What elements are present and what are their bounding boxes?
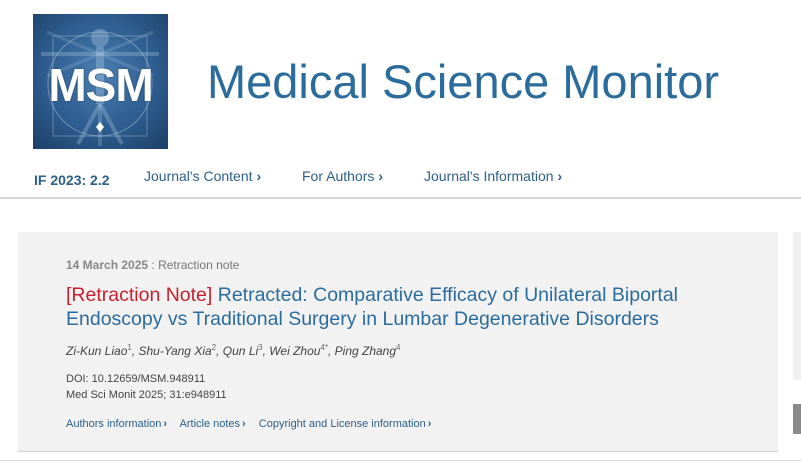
article-type: : Retraction note [151,258,240,272]
article-notes-link[interactable]: Article notes › [180,418,246,430]
main-nav: IF 2023: 2.2 Journal's Content › For Auth… [0,160,801,198]
chevron-right-icon: › [557,168,563,184]
article-meta: 14 March 2025 : Retraction note [66,258,239,272]
nav-for-authors[interactable]: For Authors › [302,168,383,184]
chevron-right-icon: › [378,168,384,184]
logo-text: MSM [48,59,153,111]
chevron-right-icon: › [163,418,168,430]
article-title[interactable]: [Retraction Note] Retracted: Comparative… [66,283,746,331]
link-label: Authors information [66,418,162,430]
nav-item-label: Journal's Content [144,168,253,184]
author-affiliation: 1 [127,343,132,352]
article-doi[interactable]: DOI: 10.12659/MSM.948911 [66,373,205,385]
copyright-license-link[interactable]: Copyright and License information › [259,418,432,430]
article-links: Authors information › Article notes › Copy… [66,418,441,430]
impact-factor: IF 2023: 2.2 [34,172,110,188]
nav-journals-information[interactable]: Journal's Information › [424,168,562,184]
article-card: 14 March 2025 : Retraction note [Retract… [18,232,778,452]
author-affiliation: 4 [396,343,401,352]
nav-journals-content[interactable]: Journal's Content › [144,168,261,184]
author-affiliation: 3 [258,343,263,352]
author-name[interactable]: Qun Li [223,344,258,358]
bottom-divider [0,460,801,461]
nav-item-label: Journal's Information [424,168,554,184]
article-citation: Med Sci Monit 2025; 31:e948911 [66,389,227,401]
journal-logo[interactable]: MSM [33,14,168,149]
author-name[interactable]: Ping Zhang [335,344,396,358]
retraction-tag: [Retraction Note] [66,284,213,306]
nav-divider [0,197,801,199]
article-date: 14 March 2025 [66,258,149,272]
nav-item-label: For Authors [302,168,375,184]
scrollbar-thumb[interactable] [793,404,801,434]
link-label: Copyright and License information [258,418,426,430]
author-name[interactable]: Zi-Kun Liao [66,344,127,358]
chevron-right-icon: › [242,418,246,430]
side-panel-edge [793,232,801,380]
author-affiliation: 2 [211,343,217,352]
chevron-right-icon: › [256,168,262,184]
author-name[interactable]: Shu-Yang Xia [139,344,212,358]
chevron-right-icon: › [427,418,432,430]
authors-information-link[interactable]: Authors information › [66,418,167,430]
link-label: Article notes [179,418,241,430]
author-name[interactable]: Wei Zhou [269,344,320,358]
journal-title[interactable]: Medical Science Monitor [207,54,719,109]
author-list: Zi-Kun Liao1, Shu-Yang Xia2, Qun Li3, We… [66,343,401,358]
author-affiliation: 4* [320,343,328,352]
